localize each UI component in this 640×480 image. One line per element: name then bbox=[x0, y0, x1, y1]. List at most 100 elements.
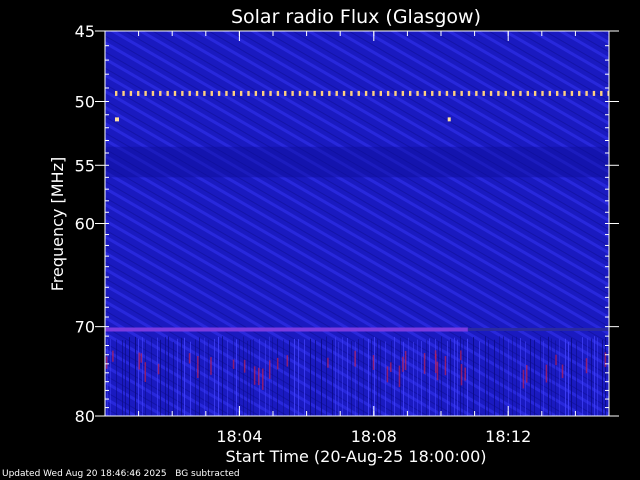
interference-dot bbox=[357, 90, 360, 96]
interference-dot bbox=[350, 90, 353, 96]
red-speck bbox=[140, 353, 143, 363]
interference-dot bbox=[232, 90, 235, 96]
striation bbox=[129, 337, 130, 416]
interference-dot bbox=[533, 90, 537, 96]
striation bbox=[377, 339, 378, 416]
interference-line bbox=[105, 327, 468, 332]
interference-dot bbox=[313, 90, 316, 96]
striation bbox=[239, 339, 240, 416]
striation bbox=[525, 341, 526, 416]
interference-dot bbox=[188, 90, 191, 96]
striation bbox=[181, 337, 182, 416]
interference-dot bbox=[379, 90, 382, 96]
interference-dot bbox=[585, 90, 588, 96]
striation bbox=[605, 336, 606, 416]
striation bbox=[467, 338, 468, 416]
interference-dot bbox=[438, 90, 441, 96]
red-speck bbox=[232, 359, 235, 369]
interference-dot bbox=[254, 90, 258, 96]
interference-dot bbox=[239, 90, 243, 96]
interference-dot bbox=[592, 90, 596, 96]
spectrogram-chart: 45 50 55 60 70 80 18:04 18:08 18:12 Solar radio… bbox=[48, 6, 619, 466]
striation bbox=[243, 336, 244, 416]
updated-timestamp: Updated Wed Aug 20 18:46:46 2025 bbox=[2, 469, 167, 479]
striation bbox=[543, 340, 544, 416]
interference-dot bbox=[151, 90, 155, 96]
striation bbox=[304, 339, 305, 416]
striation bbox=[454, 337, 455, 416]
red-speck bbox=[268, 360, 271, 379]
red-speck bbox=[372, 355, 375, 370]
striation bbox=[457, 339, 458, 416]
interference-dot bbox=[298, 90, 302, 96]
red-speck bbox=[354, 350, 356, 367]
red-speck bbox=[525, 365, 528, 383]
striation bbox=[199, 337, 200, 416]
striation bbox=[582, 337, 583, 416]
striation bbox=[214, 338, 215, 416]
streak-texture bbox=[105, 31, 609, 416]
striation bbox=[534, 339, 535, 416]
striation bbox=[380, 340, 381, 416]
striation bbox=[272, 337, 273, 416]
interference-dot bbox=[600, 90, 603, 96]
red-speck bbox=[444, 356, 447, 376]
interference-dot bbox=[210, 90, 213, 96]
bg-note: BG subtracted bbox=[175, 469, 240, 479]
striation bbox=[473, 337, 474, 416]
striation bbox=[208, 339, 209, 416]
striation bbox=[597, 337, 598, 416]
striation bbox=[165, 336, 166, 416]
interference-dot bbox=[548, 90, 552, 96]
red-speck bbox=[197, 356, 199, 378]
striation bbox=[250, 339, 251, 416]
interference-dot bbox=[445, 90, 449, 96]
interference-dot bbox=[526, 90, 529, 96]
interference-dot bbox=[276, 90, 280, 96]
red-speck bbox=[390, 362, 392, 373]
interference-dot bbox=[137, 90, 140, 96]
x-tick-label: 18:12 bbox=[485, 427, 531, 446]
y-tick-label: 45 bbox=[75, 22, 95, 41]
striation bbox=[122, 340, 123, 416]
striation bbox=[551, 338, 552, 416]
red-speck bbox=[276, 357, 279, 370]
striation bbox=[347, 337, 348, 416]
interference-dot bbox=[475, 90, 478, 96]
x-tick-label: 18:08 bbox=[351, 427, 397, 446]
interference-dot bbox=[511, 90, 515, 96]
striation bbox=[190, 341, 191, 416]
striation bbox=[227, 340, 228, 416]
striation bbox=[138, 338, 139, 416]
striation bbox=[587, 338, 588, 416]
striation bbox=[503, 336, 504, 416]
interference-dot bbox=[453, 90, 456, 96]
interference-dot bbox=[409, 90, 412, 96]
striation bbox=[417, 339, 418, 416]
interference-dot bbox=[269, 90, 272, 96]
striation bbox=[441, 336, 442, 416]
striation bbox=[363, 338, 364, 416]
interference-dot bbox=[291, 90, 294, 96]
striation bbox=[321, 339, 322, 416]
interference-dot bbox=[328, 90, 331, 96]
footer-status: Updated Wed Aug 20 18:46:46 2025 BG subt… bbox=[2, 469, 240, 479]
interference-dot bbox=[203, 90, 206, 96]
y-axis-label: Frequency [MHz] bbox=[48, 157, 67, 291]
interference-dot bbox=[482, 90, 485, 96]
striation bbox=[548, 336, 549, 416]
red-speck bbox=[460, 363, 463, 386]
striation bbox=[516, 336, 517, 416]
red-speck bbox=[253, 366, 256, 385]
striation bbox=[429, 338, 430, 416]
striation bbox=[565, 338, 566, 416]
striation bbox=[116, 339, 117, 416]
interference-dot bbox=[386, 90, 390, 96]
striation bbox=[485, 336, 486, 416]
striation bbox=[594, 336, 595, 416]
y-tick-label: 50 bbox=[75, 93, 95, 112]
striation bbox=[294, 338, 295, 416]
striation bbox=[338, 341, 339, 416]
striation bbox=[426, 339, 427, 416]
red-speck bbox=[398, 365, 401, 388]
